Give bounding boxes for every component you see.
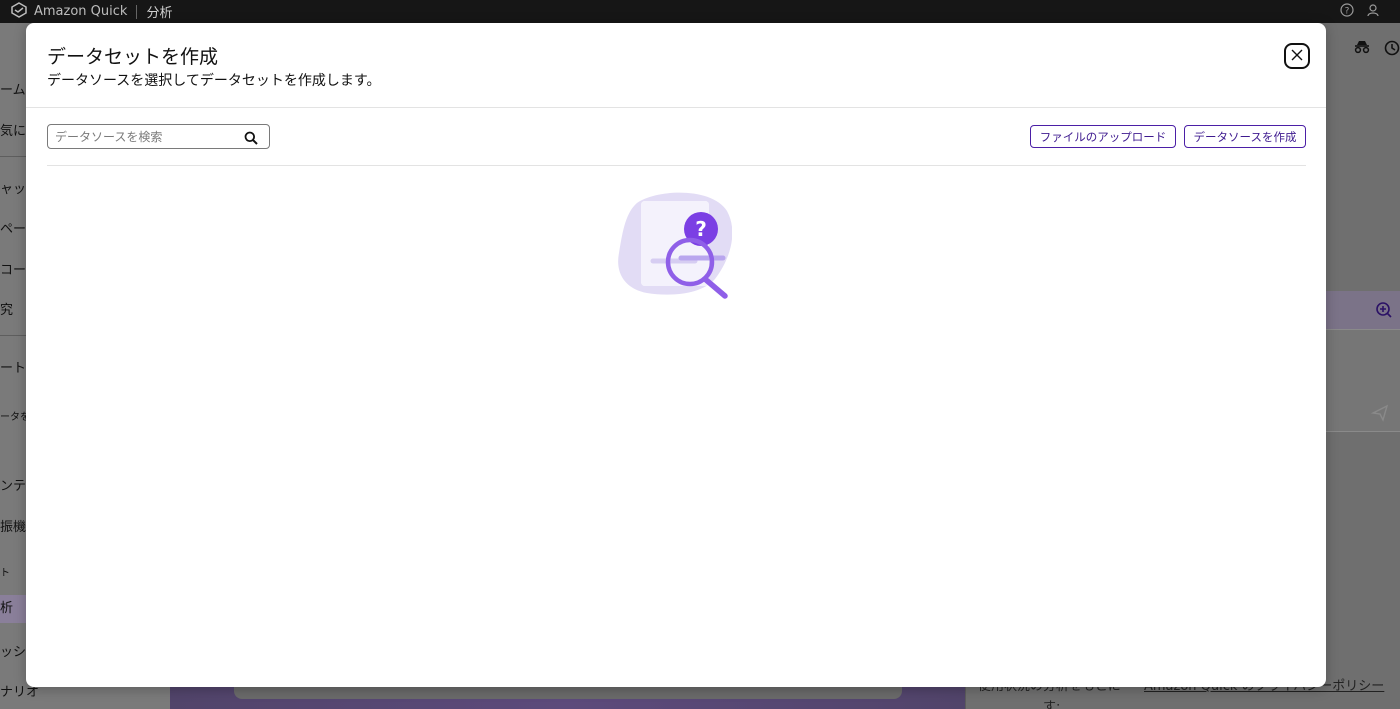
brand-name: Amazon Quick — [34, 4, 128, 19]
zoom-in-icon[interactable] — [1375, 301, 1393, 323]
topbar-divider — [136, 4, 138, 19]
sidebar-item[interactable]: ンテ — [0, 475, 26, 494]
sidebar-item[interactable]: 究 — [0, 299, 13, 318]
datasource-search[interactable] — [47, 124, 270, 149]
dialog-subtitle: データソースを選択してデータセットを作成します。 — [47, 73, 381, 89]
help-icon[interactable]: ? — [1340, 2, 1354, 21]
search-question-icon: ? — [617, 191, 733, 299]
history-icon[interactable] — [1384, 40, 1400, 60]
sidebar-item[interactable]: 振機 — [0, 516, 26, 535]
search-icon[interactable] — [244, 130, 258, 149]
dialog-title: データセットを作成 — [47, 46, 219, 68]
sidebar-item[interactable]: ーム — [0, 79, 26, 98]
incognito-icon[interactable] — [1353, 39, 1371, 59]
upload-file-button[interactable]: ファイルのアップロード — [1030, 125, 1176, 148]
create-dataset-dialog: データセットを作成 データソースを選択してデータセットを作成します。 ファイルの… — [26, 23, 1326, 687]
send-icon[interactable] — [1370, 404, 1389, 426]
sidebar-item[interactable]: コー — [0, 259, 26, 278]
app-topbar: Amazon Quick 分析 ? — [0, 0, 1400, 23]
amazon-quick-logo-icon — [10, 1, 28, 22]
close-icon — [1290, 47, 1304, 66]
sidebar-item[interactable]: ッシ — [0, 641, 26, 660]
sidebar-item[interactable]: ペー — [0, 218, 26, 237]
section-label: 分析 — [146, 6, 173, 21]
toolbar-divider — [47, 165, 1306, 166]
svg-text:?: ? — [1345, 6, 1350, 16]
app-brand[interactable]: Amazon Quick — [0, 1, 128, 22]
sidebar-section-label: ト — [0, 568, 10, 579]
dialog-header: データセットを作成 データソースを選択してデータセットを作成します。 — [26, 23, 1326, 108]
svg-text:?: ? — [695, 217, 707, 241]
sidebar-item[interactable]: ート — [0, 357, 26, 376]
background-footer-tail: す: — [1043, 700, 1061, 709]
sidebar-item[interactable]: ャッ — [0, 178, 26, 197]
user-icon[interactable] — [1366, 3, 1380, 21]
create-datasource-button[interactable]: データソースを作成 — [1184, 125, 1306, 148]
datasource-search-input[interactable] — [55, 129, 235, 144]
close-button[interactable] — [1284, 43, 1310, 69]
sidebar-item[interactable]: 気に — [0, 120, 26, 139]
